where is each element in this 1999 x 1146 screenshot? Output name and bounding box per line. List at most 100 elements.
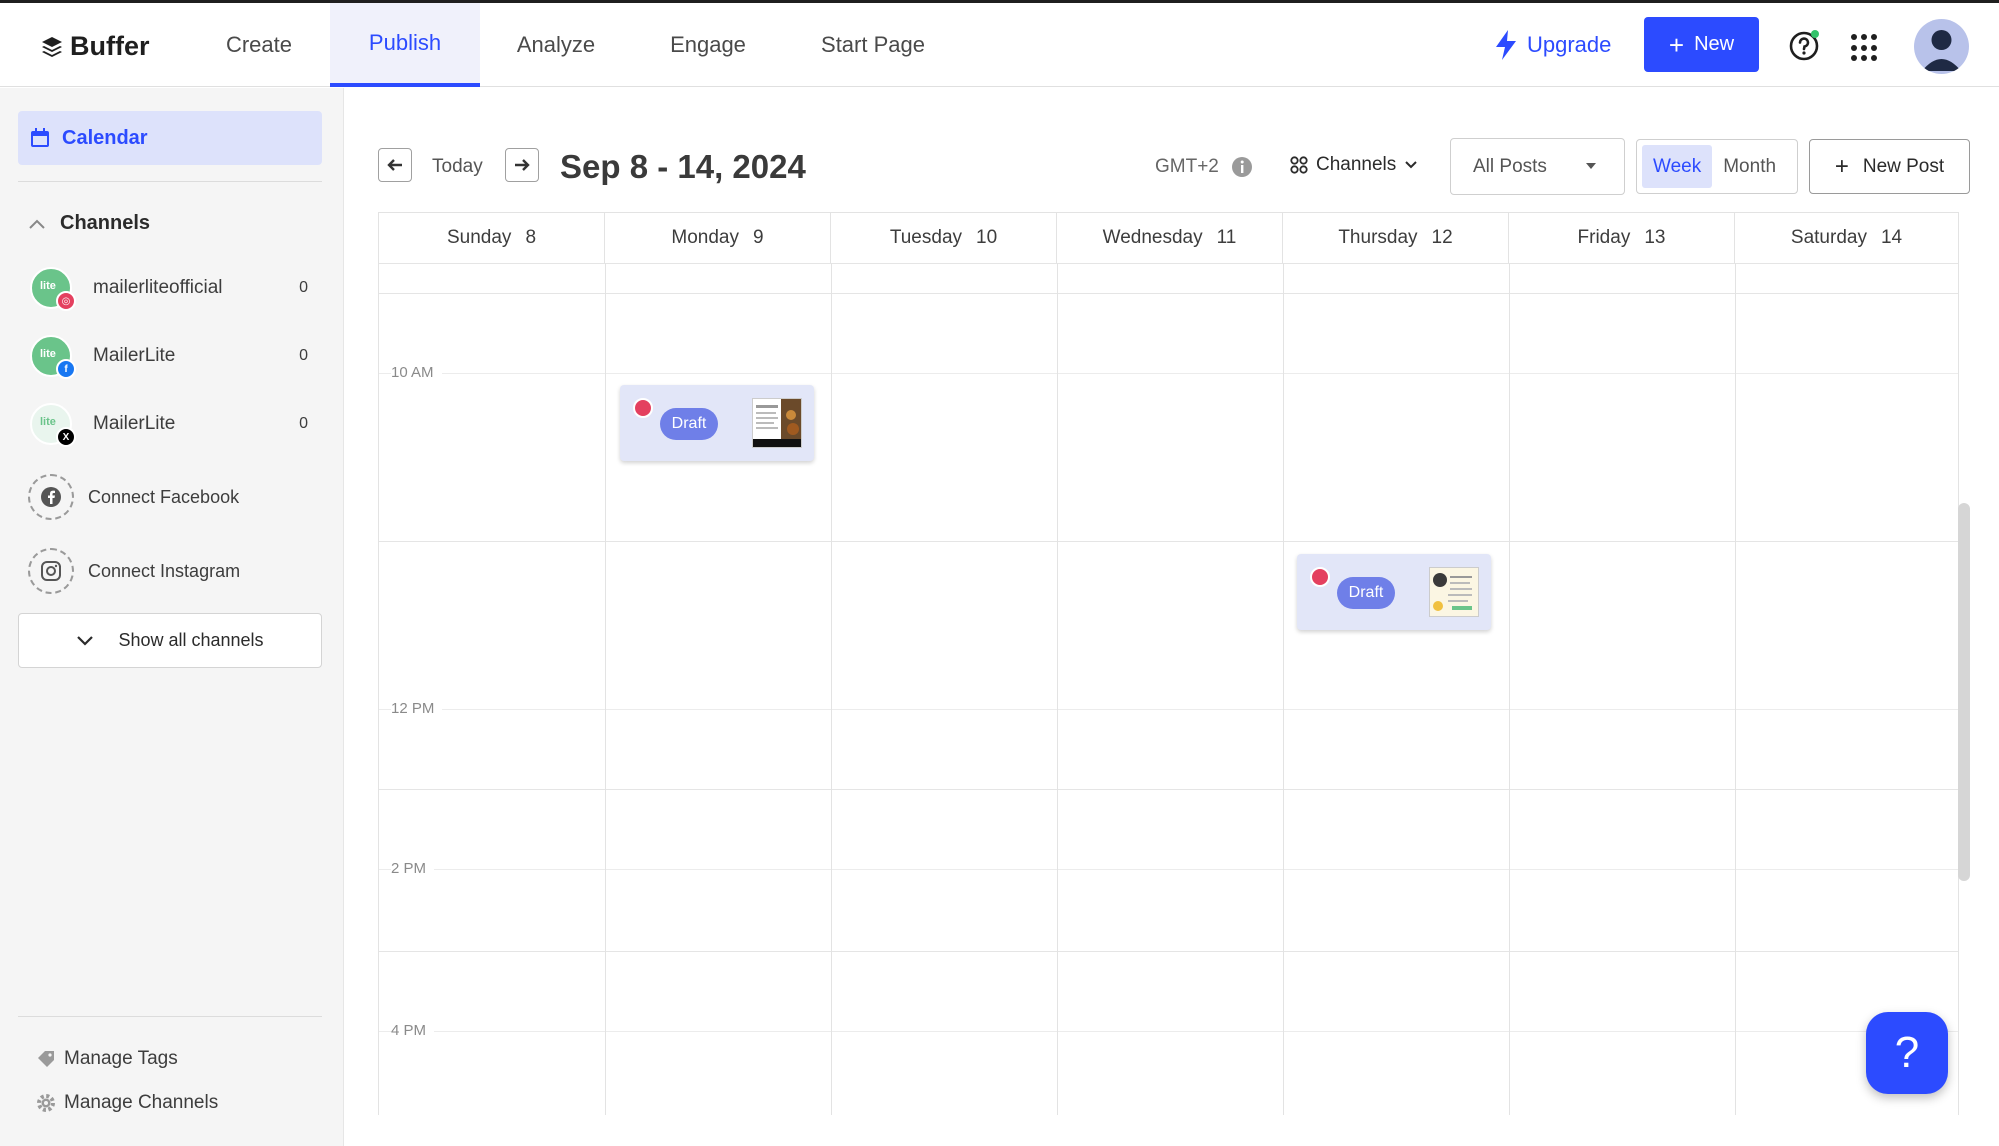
grid-line	[1057, 263, 1058, 1115]
new-label: New	[1694, 33, 1735, 55]
new-post-label: New Post	[1862, 155, 1945, 177]
previous-week-button[interactable]	[378, 148, 412, 182]
caret-down-icon	[1586, 163, 1596, 169]
channel-item[interactable]: lite X MailerLite 0	[30, 401, 320, 447]
tab-engage[interactable]: Engage	[652, 3, 764, 87]
grid-line	[1283, 263, 1284, 1115]
draft-badge: Draft	[1337, 577, 1395, 609]
plus-icon: +	[1668, 29, 1685, 60]
day-date: 11	[1216, 227, 1237, 248]
help-chat-button[interactable]: ?	[1866, 1012, 1948, 1094]
channel-avatar: lite f	[30, 335, 76, 379]
channel-avatar: lite ◎	[30, 267, 76, 311]
connect-facebook-button[interactable]: Connect Facebook	[28, 473, 318, 521]
manage-channels-link[interactable]: Manage Channels	[36, 1092, 218, 1114]
day-date: 8	[525, 227, 537, 248]
gear-icon	[37, 1094, 55, 1112]
buffer-logo[interactable]: Buffer	[40, 31, 150, 62]
user-avatar[interactable]	[1914, 19, 1969, 74]
day-date: 14	[1880, 227, 1903, 248]
timezone-label: GMT+2	[1155, 156, 1219, 177]
next-week-button[interactable]	[505, 148, 539, 182]
day-date: 13	[1644, 227, 1666, 248]
month-view-button[interactable]: Month	[1712, 145, 1787, 188]
facebook-icon: f	[56, 359, 76, 379]
grid-line	[379, 373, 1958, 374]
instagram-icon	[633, 398, 653, 418]
channels-section-toggle[interactable]: Channels	[28, 212, 150, 235]
calendar-label: Calendar	[62, 126, 148, 149]
post-card[interactable]: Draft	[1297, 554, 1491, 630]
manage-tags-link[interactable]: Manage Tags	[36, 1048, 178, 1070]
channel-count: 0	[299, 347, 308, 364]
sidebar-item-calendar[interactable]: Calendar	[18, 111, 322, 165]
x-icon: X	[56, 427, 76, 447]
grid-line	[1735, 263, 1736, 1115]
week-calendar: Sunday 8 Monday 9 Tuesday 10 Wednesday 11 Th…	[378, 212, 1959, 1115]
hour-label: 2 PM	[391, 860, 435, 877]
upgrade-link[interactable]: Upgrade	[1493, 30, 1611, 60]
plus-icon: +	[1834, 152, 1849, 180]
post-thumbnail	[752, 398, 802, 448]
channels-dropdown[interactable]: Channels	[1290, 154, 1418, 176]
grid-line	[379, 293, 1958, 294]
day-name: Saturday	[1790, 227, 1867, 248]
calendar-scrollbar[interactable]	[1958, 503, 1970, 881]
sidebar: Calendar Channels lite ◎ mailerliteoffic…	[0, 88, 344, 1146]
day-header-saturday: Saturday 14	[1735, 213, 1958, 263]
grid-line	[379, 541, 1958, 542]
instagram-icon	[1310, 567, 1330, 587]
buffer-stack-icon	[42, 36, 62, 57]
day-header-thursday: Thursday 12	[1283, 213, 1509, 263]
tab-analyze[interactable]: Analyze	[500, 3, 612, 87]
day-name: Tuesday	[889, 227, 963, 248]
arrow-left-icon	[387, 159, 402, 171]
channels-dropdown-label: Channels	[1316, 154, 1397, 175]
view-toggle: Week Month	[1636, 139, 1798, 194]
grid-icon	[1290, 156, 1308, 174]
tab-publish[interactable]: Publish	[330, 3, 480, 87]
grid-line	[605, 263, 606, 1115]
draft-badge: Draft	[660, 408, 718, 440]
day-header-friday: Friday 13	[1509, 213, 1735, 263]
tab-create[interactable]: Create	[205, 3, 313, 87]
channel-item[interactable]: lite ◎ mailerliteofficial 0	[30, 265, 320, 311]
help-center-icon[interactable]	[1789, 29, 1821, 61]
channel-item[interactable]: lite f MailerLite 0	[30, 333, 320, 379]
day-name: Sunday	[446, 227, 512, 248]
show-all-channels-button[interactable]: Show all channels	[18, 613, 322, 668]
new-post-button[interactable]: + New Post	[1809, 139, 1970, 194]
facebook-icon	[28, 474, 74, 520]
timezone-indicator[interactable]: GMT+2	[1155, 156, 1253, 178]
day-date: 9	[753, 227, 764, 248]
connect-instagram-button[interactable]: Connect Instagram	[28, 547, 318, 595]
upgrade-label: Upgrade	[1527, 32, 1612, 57]
week-view-button[interactable]: Week	[1642, 145, 1713, 188]
today-button[interactable]: Today	[432, 156, 483, 178]
channel-count: 0	[299, 415, 308, 432]
lightning-icon	[1496, 30, 1516, 60]
day-name: Wednesday	[1102, 227, 1203, 248]
apps-grid-icon[interactable]	[1851, 34, 1879, 62]
grid-line	[379, 263, 1958, 264]
hour-label: 12 PM	[391, 700, 443, 717]
posts-filter-select[interactable]: All Posts	[1450, 138, 1625, 195]
post-card[interactable]: Draft	[620, 385, 814, 461]
divider	[18, 181, 322, 182]
tag-icon	[38, 1051, 54, 1067]
logo-text: Buffer	[70, 31, 150, 61]
chevron-down-icon	[1405, 161, 1417, 169]
channel-count: 0	[299, 279, 308, 296]
manage-channels-label: Manage Channels	[64, 1092, 219, 1113]
day-header-sunday: Sunday 8	[379, 213, 605, 263]
hour-label: 10 AM	[391, 364, 442, 381]
day-name: Thursday	[1338, 227, 1418, 248]
grid-line	[379, 951, 1958, 952]
grid-line	[831, 263, 832, 1115]
new-button[interactable]: + New	[1644, 17, 1759, 72]
show-all-label: Show all channels	[118, 630, 264, 650]
chevron-up-icon	[29, 219, 45, 229]
top-navbar: Buffer Create Publish Analyze Engage Sta…	[0, 3, 1999, 87]
tab-start-page[interactable]: Start Page	[806, 3, 940, 87]
grid-line	[379, 709, 1958, 710]
